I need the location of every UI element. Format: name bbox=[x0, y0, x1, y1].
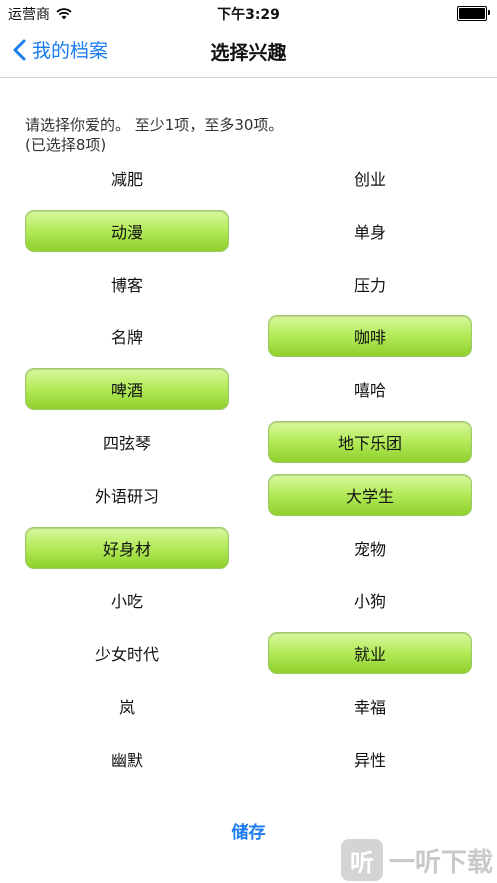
interest-option[interactable]: 小吃 bbox=[25, 579, 229, 621]
interest-option[interactable]: 幽默 bbox=[25, 738, 229, 780]
interest-option[interactable]: 嘻哈 bbox=[268, 368, 472, 410]
interest-option[interactable]: 四弦琴 bbox=[25, 421, 229, 463]
interest-option[interactable]: 名牌 bbox=[25, 315, 229, 357]
page-title: 选择兴趣 bbox=[210, 42, 287, 64]
interest-option[interactable]: 宠物 bbox=[268, 527, 472, 569]
battery-icon bbox=[457, 6, 490, 21]
watermark-text: 一听下载 bbox=[388, 847, 493, 878]
interest-option[interactable]: 少女时代 bbox=[25, 632, 229, 674]
interest-option[interactable]: 外语研习 bbox=[25, 474, 229, 516]
interest-option[interactable]: 动漫 bbox=[25, 209, 229, 252]
hint-line-1: 请选择你爱的。 至少1项，至多30项。 bbox=[25, 116, 284, 134]
interest-option[interactable]: 减肥 bbox=[25, 157, 229, 199]
hint-selected-count: (已选择8项) bbox=[25, 136, 107, 154]
status-bar: 运营商 下午3:29 bbox=[0, 0, 497, 24]
interest-option[interactable]: 地下乐团 bbox=[268, 421, 472, 463]
interest-option[interactable]: 岚 bbox=[25, 685, 229, 727]
interest-option[interactable]: 单身 bbox=[268, 210, 472, 252]
interest-option[interactable]: 博客 bbox=[25, 263, 229, 305]
interest-option[interactable]: 异性 bbox=[268, 738, 472, 780]
navigation-bar: 我的档案 选择兴趣 bbox=[0, 24, 497, 78]
selection-hint: 请选择你爱的。 至少1项，至多30项。 (已选择8项) bbox=[25, 115, 283, 155]
interest-option[interactable]: 创业 bbox=[268, 157, 472, 199]
watermark: 听 一听下载 bbox=[340, 839, 493, 881]
interest-option[interactable]: 就业 bbox=[268, 632, 472, 675]
status-time: 下午3:29 bbox=[217, 7, 280, 23]
interest-option[interactable]: 压力 bbox=[268, 263, 472, 305]
watermark-logo: 听 bbox=[340, 839, 383, 881]
interest-option[interactable]: 大学生 bbox=[268, 473, 472, 516]
interest-option[interactable]: 幸福 bbox=[268, 685, 472, 727]
interest-option[interactable]: 小狗 bbox=[268, 579, 472, 621]
interest-option[interactable]: 好身材 bbox=[25, 526, 229, 569]
interest-option[interactable]: 啤酒 bbox=[25, 368, 229, 411]
interest-option[interactable]: 咖啡 bbox=[268, 315, 472, 358]
